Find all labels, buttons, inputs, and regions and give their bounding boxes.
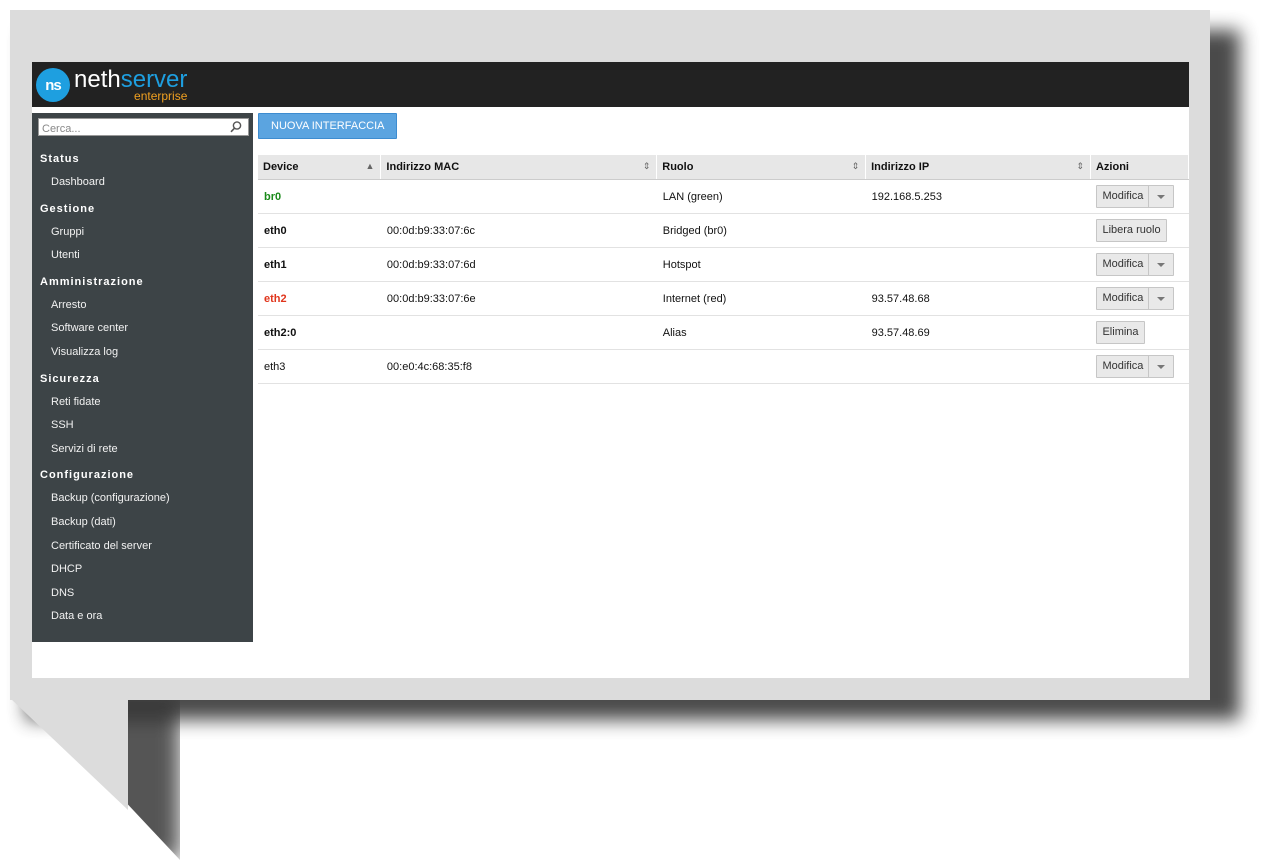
cell-device: br0 [264,190,282,203]
row-action-dropdown-button[interactable] [1148,288,1173,309]
cell-ip: 93.57.48.68 [871,292,930,305]
sidebar-item[interactable]: Gruppi [32,221,253,245]
table-row: eth3 00:e0:4c:68:35:f8 Modifica [258,349,1189,384]
search-box [38,118,249,136]
row-action-delete-button[interactable]: Elimina [1097,322,1143,343]
app-window: ns nethserver enterprise Status Dashboard… [32,62,1189,678]
sort-icon: ⇕ [642,161,651,171]
sidebar-section-title: Amministrazione [40,275,144,288]
column-header-label: Indirizzo MAC [386,161,460,173]
cell-role: Bridged (br0) [662,224,727,237]
column-header-ip[interactable]: Indirizzo IP ⇕ [865,155,1091,180]
logo-badge-icon: ns [36,68,70,102]
column-header-label: Azioni [1095,161,1129,173]
cell-device: eth2:0 [264,326,297,339]
table-body: br0 LAN (green) 192.168.5.253 Modifica eth0 0… [258,179,1189,384]
row-action-edit-button[interactable]: Modifica [1097,288,1148,309]
sidebar-item[interactable]: Certificato del server [32,535,253,559]
row-action-dropdown-button[interactable] [1148,186,1173,207]
callout-tail [10,698,128,810]
logo-word-neth: neth [74,66,121,93]
sidebar-section-title: Sicurezza [40,372,100,385]
cell-mac: 00:0d:b9:33:07:6e [386,292,476,305]
logo[interactable]: ns nethserver enterprise [36,66,187,104]
cell-mac: 00:0d:b9:33:07:6d [386,258,476,271]
column-header-label: Indirizzo IP [871,161,930,173]
table-row: eth1 00:0d:b9:33:07:6d Hotspot Modifica [258,247,1189,282]
cell-device: eth0 [264,224,287,237]
row-action-edit-button[interactable]: Modifica [1097,356,1148,377]
new-interface-button[interactable]: NUOVA INTERFACCIA [258,113,398,139]
caret-down-icon [1157,262,1166,267]
row-action-edit-button[interactable]: Modifica [1097,186,1148,207]
cell-mac: 00:0d:b9:33:07:6c [386,224,475,237]
column-header-role[interactable]: Ruolo ⇕ [656,155,867,180]
cell-device: eth2 [264,292,287,305]
sidebar-item[interactable]: Data e ora [32,605,253,629]
cell-mac: 00:e0:4c:68:35:f8 [386,360,472,373]
sidebar-item[interactable]: Dashboard [32,171,253,195]
interfaces-table: Device ▲ Indirizzo MAC ⇕ Ruolo ⇕ Indirizzo … [258,155,1189,384]
sidebar-item[interactable]: Utenti [32,244,253,268]
caret-down-icon [1157,296,1166,301]
row-action-button: Modifica [1096,185,1175,208]
sidebar-item[interactable]: DHCP [32,558,253,582]
cell-role: Internet (red) [662,292,727,305]
table-row: eth0 00:0d:b9:33:07:6c Bridged (br0) Libera… [258,213,1189,248]
sort-ascending-icon: ▲ [365,161,375,171]
row-action-button: Modifica [1096,355,1175,378]
cell-device: eth1 [264,258,287,271]
sort-icon: ⇕ [1076,161,1084,171]
row-action-edit-button[interactable]: Modifica [1097,254,1148,275]
sidebar-item[interactable]: Backup (configurazione) [32,487,253,511]
column-header-mac[interactable]: Indirizzo MAC ⇕ [380,155,658,180]
table-header-row: Device ▲ Indirizzo MAC ⇕ Ruolo ⇕ Indirizzo … [258,155,1189,180]
sidebar-nav: Status Dashboard Gestione Gruppi Utenti Ammin… [32,145,253,629]
sidebar-item[interactable]: Backup (dati) [32,511,253,535]
cell-role: LAN (green) [662,190,723,203]
search-icon[interactable] [229,120,243,134]
cell-role: Alias [662,326,687,339]
row-action-dropdown-button[interactable] [1148,254,1173,275]
search-input[interactable] [42,122,222,136]
column-header-label: Ruolo [662,161,694,173]
sidebar-section-title: Gestione [40,202,96,215]
sidebar-item[interactable]: Servizi di rete [32,438,253,462]
sidebar-item[interactable]: Visualizza log [32,341,253,365]
row-action-button: Modifica [1096,253,1175,276]
sidebar-item[interactable]: Reti fidate [32,391,253,415]
caret-down-icon [1157,194,1166,199]
sidebar-item[interactable]: Arresto [32,294,253,318]
sidebar-section-title: Configurazione [40,469,135,482]
cell-device: eth3 [264,360,286,373]
sort-icon: ⇕ [851,161,860,171]
sidebar-item[interactable]: DNS [32,582,253,606]
top-bar: ns nethserver enterprise [32,62,1189,107]
sidebar-item[interactable]: SSH [32,414,253,438]
cell-role: Hotspot [662,258,701,271]
logo-edition: enterprise [134,89,188,103]
sidebar-item[interactable]: Software center [32,317,253,341]
row-action-button: Libera ruolo [1096,219,1167,242]
row-action-button: Elimina [1096,321,1145,344]
table-row: br0 LAN (green) 192.168.5.253 Modifica [258,179,1189,214]
column-header-label: Device [263,161,299,173]
sidebar-section-title: Status [40,153,80,165]
row-action-dropdown-button[interactable] [1148,356,1173,377]
row-action-release-role-button[interactable]: Libera ruolo [1097,220,1165,241]
logo-text: nethserver enterprise [74,66,188,103]
cell-ip: 192.168.5.253 [871,190,942,203]
row-action-button: Modifica [1096,287,1175,310]
cell-ip: 93.57.48.69 [871,326,930,339]
table-row: eth2:0 Alias 93.57.48.69 Elimina [258,315,1189,350]
sidebar: Status Dashboard Gestione GruppiUtenti Ammin… [32,113,253,642]
caret-down-icon [1157,364,1166,369]
column-header-actions: Azioni [1090,155,1189,180]
table-row: eth2 00:0d:b9:33:07:6e Internet (red) 93.57… [258,281,1189,316]
column-header-device[interactable]: Device ▲ [258,155,382,180]
